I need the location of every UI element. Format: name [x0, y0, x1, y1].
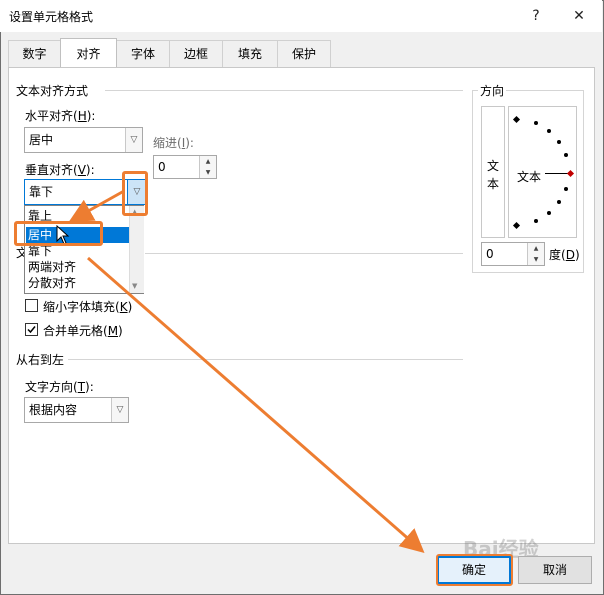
annotation-arrow-icon: [68, 189, 125, 222]
annotation-arrows: [68, 189, 425, 553]
annotation-arrow-icon: [87, 256, 425, 553]
tab-alignment[interactable]: 对齐: [60, 38, 117, 67]
